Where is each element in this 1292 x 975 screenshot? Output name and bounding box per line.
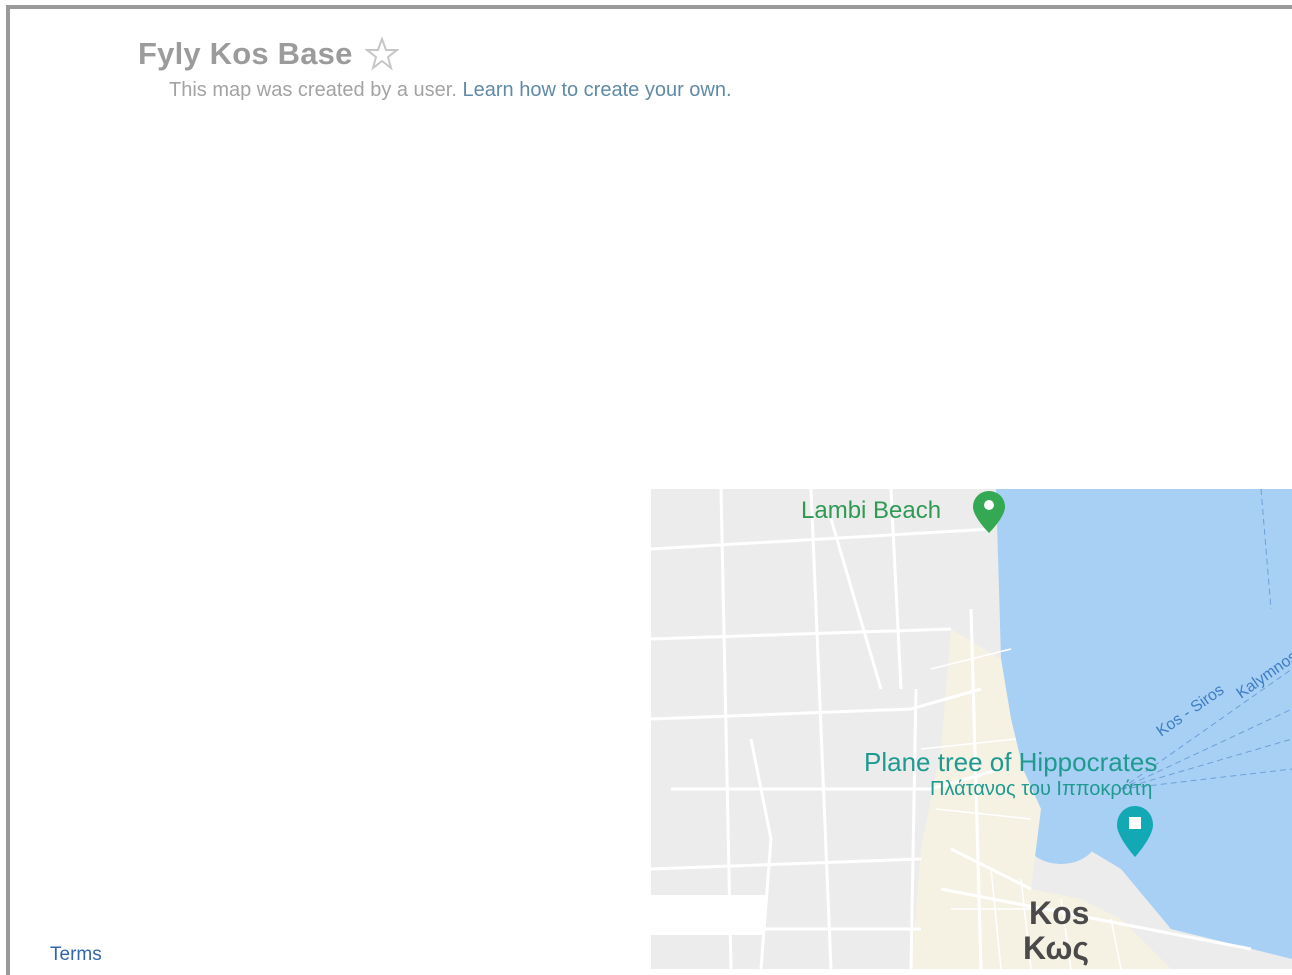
city-label-en: Kos xyxy=(1029,895,1089,931)
learn-how-link[interactable]: Learn how to create your own. xyxy=(462,79,731,101)
map-title: Fyly Kos Base xyxy=(138,36,353,71)
created-by-text: This map was created by a user. xyxy=(169,79,457,101)
title-row: Fyly Kos Base xyxy=(138,36,400,72)
landmark-label-el: Πλάτανος του Ιπποκράτη xyxy=(930,778,1152,800)
landmark-label-en: Plane tree of Hippocrates xyxy=(864,747,1157,777)
map-subtitle: This map was created by a user. Learn ho… xyxy=(169,79,732,102)
map-view[interactable]: Lambi Beach Plane tree of Hippocrates Πλ… xyxy=(651,489,1292,969)
beach-label: Lambi Beach xyxy=(801,497,941,524)
terms-link[interactable]: Terms xyxy=(50,944,102,966)
star-icon[interactable] xyxy=(363,36,400,71)
city-label-el: Κως xyxy=(1023,930,1089,966)
